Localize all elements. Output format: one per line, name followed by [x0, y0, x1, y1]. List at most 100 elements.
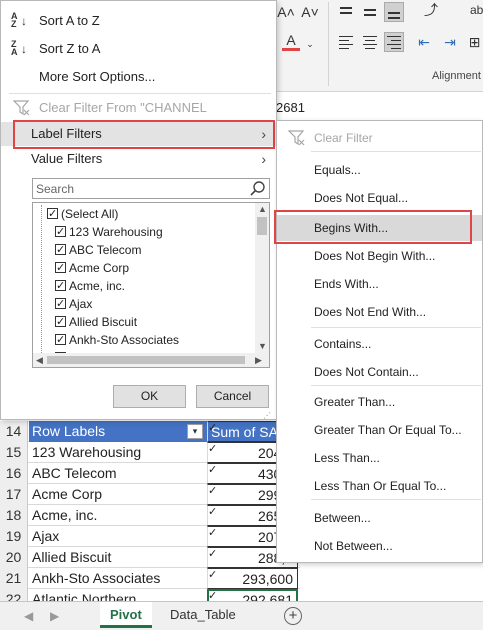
row-number[interactable]: 20 — [0, 547, 28, 568]
font-color-button[interactable]: A — [282, 32, 300, 51]
sort-a-to-z-item[interactable]: A Z ↓ Sort A to Z — [1, 9, 276, 33]
submenu-item-ends-with[interactable]: Ends With... — [277, 271, 482, 297]
submenu-item-not-between[interactable]: Not Between... — [277, 533, 482, 559]
align-left-icon[interactable] — [338, 34, 354, 50]
scroll-thumb[interactable] — [47, 356, 245, 364]
highlight-box — [274, 210, 472, 244]
row-label-cell[interactable]: ABC Telecom — [29, 463, 207, 484]
table-row: 15123 Warehousing204,8 — [0, 442, 300, 463]
decrease-indent-icon[interactable]: ⇤ — [414, 32, 434, 52]
checkbox[interactable] — [55, 277, 66, 295]
more-sort-options-item[interactable]: More Sort Options... — [1, 65, 276, 89]
align-center-icon[interactable] — [362, 34, 378, 50]
submenu-item-greater-than[interactable]: Greater Than... — [277, 389, 482, 415]
scroll-thumb[interactable] — [257, 217, 267, 235]
row-number[interactable]: 17 — [0, 484, 28, 505]
tab-scroll-right-icon[interactable]: ▶ — [50, 609, 59, 623]
search-placeholder: Search — [36, 182, 75, 196]
submenu-item-less-than[interactable]: Less Than... — [277, 445, 482, 471]
checkbox[interactable] — [55, 313, 66, 331]
checkbox[interactable] — [55, 223, 66, 241]
scroll-down-icon[interactable]: ▼ — [258, 341, 267, 351]
row-number[interactable]: 15 — [0, 442, 28, 463]
row-label-cell[interactable]: Allied Biscuit — [29, 547, 207, 568]
submenu-item-between[interactable]: Between... — [277, 505, 482, 531]
submenu-item-does-not-begin-with[interactable]: Does Not Begin With... — [277, 243, 482, 269]
row-number[interactable]: 18 — [0, 505, 28, 526]
submenu-item-contains[interactable]: Contains... — [277, 331, 482, 357]
row-label-cell[interactable]: Ajax — [29, 526, 207, 547]
value-filters-item[interactable]: Value Filters › — [1, 147, 276, 171]
align-middle-icon[interactable] — [362, 4, 378, 20]
submenu-item-does-not-end-with[interactable]: Does Not End With... — [277, 299, 482, 325]
list-vertical-scrollbar[interactable]: ▲ ▼ — [255, 203, 269, 353]
align-bottom-icon[interactable] — [384, 2, 404, 22]
filter-list-item[interactable]: 123 Warehousing — [55, 223, 163, 241]
tab-scroll-left-icon[interactable]: ◀ — [24, 609, 33, 623]
checkbox[interactable] — [55, 259, 66, 277]
tab-pivot[interactable]: Pivot — [100, 602, 152, 628]
pivot-header-row: 14 Row Labels ▾ Sum of SA — [0, 421, 300, 442]
increase-indent-icon[interactable]: ⇥ — [440, 32, 460, 52]
row-labels-header[interactable]: Row Labels — [29, 421, 207, 442]
add-sheet-icon[interactable]: + — [284, 607, 302, 625]
clear-filter-item[interactable]: Clear Filter From "CHANNEL PARTNERS" — [1, 96, 276, 139]
submenu-item-clear-filter[interactable]: Clear Filter — [277, 125, 482, 151]
filter-list-item[interactable]: Acme, inc. — [55, 277, 125, 295]
row-number[interactable]: 21 — [0, 568, 28, 589]
resize-grip-icon[interactable]: ⋰ — [263, 411, 271, 420]
align-top-icon[interactable] — [338, 4, 354, 20]
filter-list-item[interactable]: Ajax — [55, 295, 92, 313]
filter-dropdown-menu: A Z ↓ Sort A to Z Z A ↓ Sort Z to A More Sor… — [0, 0, 277, 420]
scroll-right-icon[interactable]: ▶ — [255, 355, 262, 366]
filter-item-label: ABC Telecom — [69, 243, 142, 257]
checkbox[interactable] — [47, 205, 58, 223]
value-cell[interactable]: 293,600 — [207, 568, 298, 589]
table-row: 21 Ankh-Sto Associates 293,600 — [0, 568, 300, 589]
scroll-left-icon[interactable]: ◀ — [36, 355, 43, 366]
submenu-item-less-than-or-equal-to[interactable]: Less Than Or Equal To... — [277, 473, 482, 499]
filter-list-item[interactable]: Ankh-Sto Associates — [55, 331, 179, 349]
orientation-icon[interactable]: ⤴ — [418, 0, 444, 20]
merge-center-icon[interactable]: ⊞ — [466, 32, 483, 52]
filter-list-item[interactable]: Acme Corp — [55, 259, 129, 277]
row-label-cell[interactable]: Acme, inc. — [29, 505, 207, 526]
ribbon-separator — [328, 2, 329, 86]
filter-search-input[interactable]: Search — [32, 178, 270, 199]
filter-values-list[interactable]: (Select All) 123 Warehousing ABC Telecom Ac… — [32, 202, 270, 368]
checkbox[interactable] — [55, 331, 66, 349]
submenu-item-greater-than-or-equal-to[interactable]: Greater Than Or Equal To... — [277, 417, 482, 443]
filter-item-label: Ankh-Sto Associates — [69, 333, 180, 347]
menu-separator — [311, 151, 481, 152]
list-horizontal-scrollbar[interactable]: ◀ ▶ — [33, 353, 269, 367]
submenu-item-equals[interactable]: Equals... — [277, 157, 482, 183]
scroll-up-icon[interactable]: ▲ — [258, 204, 267, 214]
cancel-button[interactable]: Cancel — [196, 385, 269, 408]
align-right-icon[interactable] — [384, 32, 404, 52]
submenu-item-does-not-equal[interactable]: Does Not Equal... — [277, 185, 482, 211]
filter-list-item[interactable]: (Select All) — [47, 205, 118, 223]
sort-z-to-a-item[interactable]: Z A ↓ Sort Z to A — [1, 37, 276, 61]
row-label-cell[interactable]: Acme Corp — [29, 484, 207, 505]
tab-data-table[interactable]: Data_Table — [160, 602, 246, 628]
highlight-box — [13, 120, 275, 149]
filter-list-item[interactable]: ABC Telecom — [55, 241, 141, 259]
grow-font-button[interactable]: A˄ — [276, 2, 296, 22]
filter-list-item[interactable]: Allied Biscuit — [55, 313, 137, 331]
row-number[interactable]: 19 — [0, 526, 28, 547]
submenu-item-does-not-contain[interactable]: Does Not Contain... — [277, 359, 482, 385]
sort-za-icon: Z A ↓ — [11, 39, 27, 57]
font-color-dropdown-icon[interactable]: ⌄ — [304, 34, 316, 54]
row-label-cell[interactable]: Ankh-Sto Associates — [29, 568, 207, 589]
row-number[interactable]: 14 — [0, 421, 28, 442]
checkbox[interactable] — [55, 241, 66, 259]
shrink-font-button[interactable]: A˅ — [300, 2, 320, 22]
ok-button[interactable]: OK — [113, 385, 186, 408]
wrap-text-button[interactable]: ab — [470, 0, 483, 20]
row-label-cell[interactable]: 123 Warehousing — [29, 442, 207, 463]
filter-item-label: (Select All) — [61, 207, 119, 221]
sheet-tab-bar: ◀ ▶ Pivot Data_Table + — [0, 601, 483, 630]
checkbox[interactable] — [55, 295, 66, 313]
filter-dropdown-icon[interactable]: ▾ — [187, 424, 203, 439]
row-number[interactable]: 16 — [0, 463, 28, 484]
